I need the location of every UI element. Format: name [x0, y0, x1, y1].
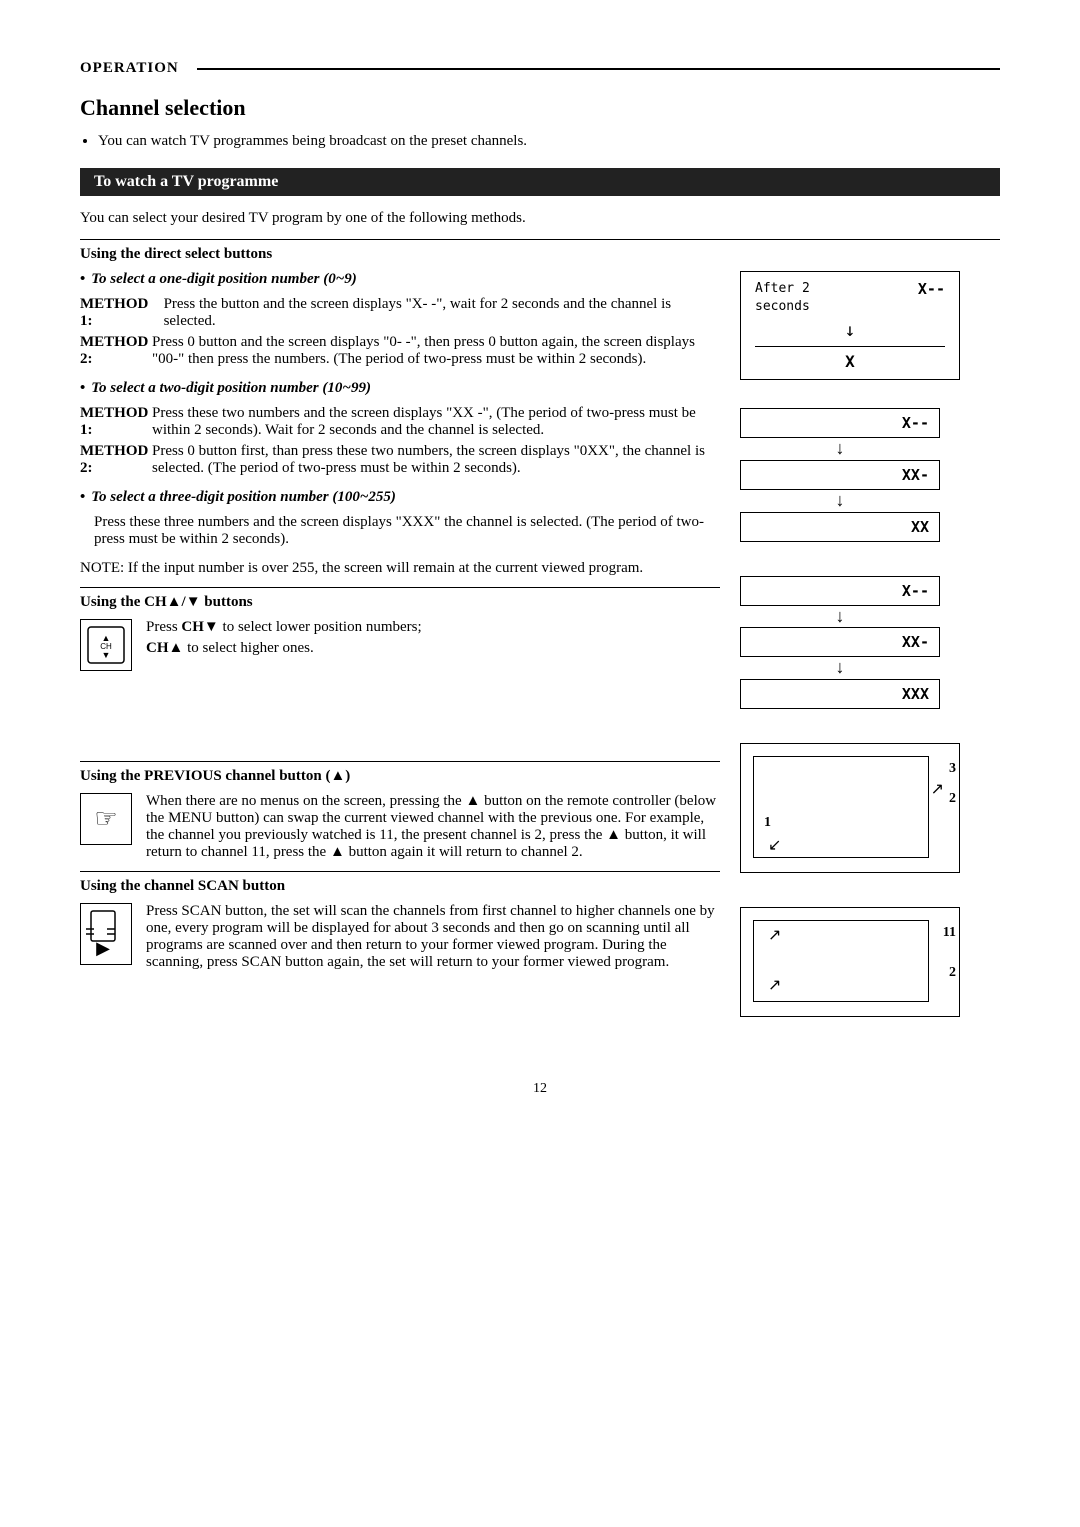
diag2-row1: X--	[740, 408, 940, 438]
diag-prev: 11 2 ↗ ↗	[740, 907, 960, 1017]
prev-channel-text: When there are no menus on the screen, p…	[146, 793, 720, 861]
diag-prev-arrow1: ↗	[768, 925, 781, 945]
operation-divider	[197, 68, 1000, 70]
diag1-top-row: After 2 seconds X--	[755, 280, 945, 316]
diag-ch: 3 2 1 ↗ ↙	[740, 743, 960, 873]
diag-prev-arrow2: ↗	[768, 975, 781, 995]
diag-prev-group: 11 2 ↗ ↗	[740, 907, 960, 1033]
diag3-row1: X--	[740, 576, 940, 606]
diag-prev-num11: 11	[943, 925, 956, 941]
diag2-row2: XX-	[740, 460, 940, 490]
select-method-intro: You can select your desired TV program b…	[80, 210, 1000, 227]
prev-channel-title: Using the PREVIOUS channel button (▲)	[80, 768, 720, 785]
page-title: Channel selection	[80, 95, 1000, 121]
svg-text:▶: ▶	[96, 938, 110, 958]
method1-two-line: METHOD 1: Press these two numbers and th…	[80, 405, 720, 439]
diag-ch-num3: 3	[949, 761, 956, 777]
diag-ch-num1: 1	[764, 815, 771, 831]
diag-ch-num2: 2	[949, 791, 956, 807]
diag1: After 2 seconds X-- ↓ X	[740, 271, 960, 380]
diag2-group: X-- ↓ XX- ↓ XX	[740, 408, 940, 557]
prev-channel-content: ☞ When there are no menus on the screen,…	[80, 793, 720, 861]
svg-text:☞: ☞	[94, 804, 117, 833]
scan-section: Using the channel SCAN button	[80, 871, 720, 895]
method2-two-line: METHOD 2: Press 0 button first, than pre…	[80, 443, 720, 477]
ch-buttons-title: Using the CH▲/▼ buttons	[80, 594, 720, 611]
direct-buttons-title: Using the direct select buttons	[80, 246, 1000, 263]
method1-one-text: Press the button and the screen displays…	[164, 296, 720, 330]
diag-prev-num2: 2	[949, 965, 956, 981]
diag3-group: X-- ↓ XX- ↓ XXX	[740, 576, 940, 725]
three-digit-text: Press these three numbers and the screen…	[80, 514, 720, 548]
intro-list: You can watch TV programmes being broadc…	[98, 133, 1000, 150]
diag1-arrow: ↓	[755, 320, 945, 341]
diag-prev-inner: 11 2 ↗ ↗	[753, 920, 929, 1002]
diag1-after-label: After 2 seconds	[755, 280, 810, 316]
svg-text:▼: ▼	[102, 650, 111, 660]
diag-prev-numbers: 11 2 ↗ ↗	[754, 921, 928, 1001]
diag3-row2: XX-	[740, 627, 940, 657]
diag-ch-group: 3 2 1 ↗ ↙	[740, 743, 960, 889]
diag-ch-inner: 3 2 1 ↗ ↙	[753, 756, 929, 858]
diag2: X-- ↓ XX- ↓ XX	[740, 408, 940, 541]
ch-buttons-section: Using the CH▲/▼ buttons	[80, 587, 720, 611]
main-content: • To select a one-digit position number …	[80, 271, 1000, 1051]
three-digit-label: • To select a three-digit position numbe…	[80, 489, 720, 506]
diag1-group: After 2 seconds X-- ↓ X	[740, 271, 960, 390]
method1-two-text: Press these two numbers and the screen d…	[152, 405, 720, 439]
method2-one-text: Press 0 button and the screen displays "…	[152, 334, 720, 368]
diag-ch-arrow-down: ↙	[768, 835, 781, 855]
method2-two-label: METHOD 2:	[80, 443, 152, 477]
diag1-xdash: X--	[918, 280, 945, 298]
method2-two-text: Press 0 button first, than press these t…	[152, 443, 720, 477]
ch-buttons-text: Press CH▼ to select lower position numbe…	[146, 619, 422, 657]
left-column: • To select a one-digit position number …	[80, 271, 740, 981]
diag2-arrow1: ↓	[740, 438, 940, 460]
scan-content: ▶ Press SCAN button, the set will scan t…	[80, 903, 720, 971]
operation-header: OPERATION	[80, 60, 1000, 77]
diag3-arrow1: ↓	[740, 606, 940, 628]
method2-one-line: METHOD 2: Press 0 button and the screen …	[80, 334, 720, 368]
diag3: X-- ↓ XX- ↓ XXX	[740, 576, 940, 709]
diag2-row3: XX	[740, 512, 940, 542]
prev-channel-section: Using the PREVIOUS channel button (▲)	[80, 761, 720, 785]
method2-one-label: METHOD 2:	[80, 334, 152, 368]
method1-one-line: METHOD 1: Press the button and the scree…	[80, 296, 720, 330]
scan-title: Using the channel SCAN button	[80, 878, 720, 895]
spacer-ch	[80, 681, 720, 761]
scan-icon-svg: ▶	[86, 909, 126, 959]
operation-label: OPERATION	[80, 60, 179, 77]
diag3-row3: XXX	[740, 679, 940, 709]
scan-text: Press SCAN button, the set will scan the…	[146, 903, 720, 971]
method1-one-label: METHOD 1:	[80, 296, 164, 330]
two-digit-label: • To select a two-digit position number …	[80, 380, 720, 397]
ch-up-text: CH▲ to select higher ones.	[146, 640, 422, 657]
diag1-x: X	[755, 346, 945, 371]
prev-icon-svg: ☞	[86, 799, 126, 839]
intro-bullet-item: You can watch TV programmes being broadc…	[98, 133, 1000, 150]
ch-icon: ▲ CH ▼	[80, 619, 132, 671]
right-column: After 2 seconds X-- ↓ X X-- ↓ XX- ↓ XX	[740, 271, 1000, 1051]
method1-two-label: METHOD 1:	[80, 405, 152, 439]
ch-icon-svg: ▲ CH ▼	[86, 625, 126, 665]
one-digit-label: • To select a one-digit position number …	[80, 271, 720, 288]
ch-down-text: Press CH▼ to select lower position numbe…	[146, 619, 422, 636]
diag-ch-numbers: 3 2 1 ↗ ↙	[754, 757, 928, 857]
tv-programme-header: To watch a TV programme	[80, 168, 1000, 196]
direct-buttons-section: Using the direct select buttons	[80, 239, 1000, 263]
diag-ch-arrow-up: ↗	[931, 779, 944, 799]
scan-icon: ▶	[80, 903, 132, 965]
page-number: 12	[80, 1081, 1000, 1097]
prev-icon: ☞	[80, 793, 132, 845]
diag3-arrow2: ↓	[740, 657, 940, 679]
ch-buttons-content: ▲ CH ▼ Press CH▼ to select lower positio…	[80, 619, 720, 671]
note-text: NOTE: If the input number is over 255, t…	[80, 560, 720, 577]
diag2-arrow2: ↓	[740, 490, 940, 512]
